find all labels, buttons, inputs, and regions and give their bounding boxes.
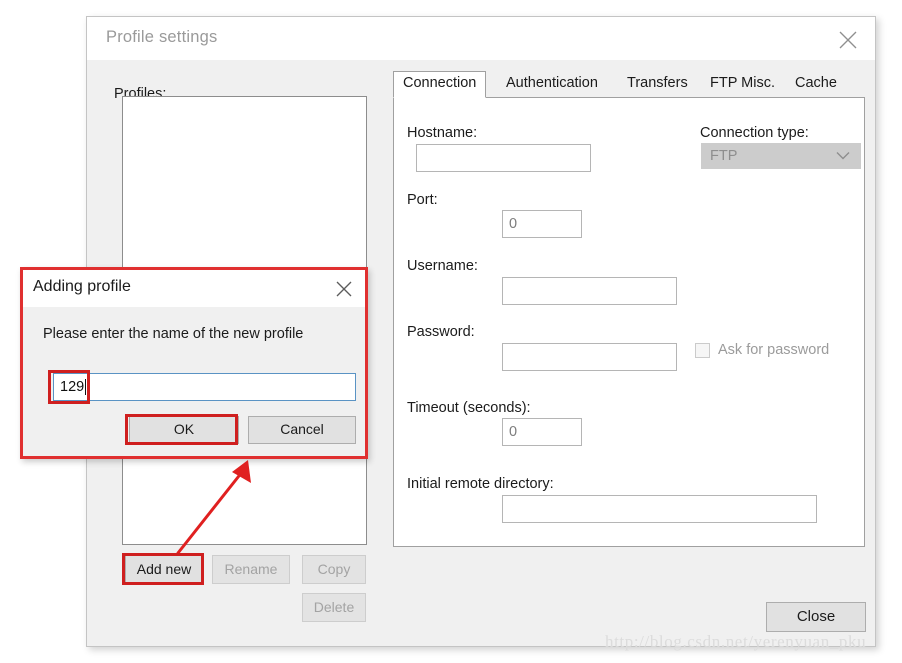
connection-type-value: FTP (710, 148, 738, 164)
page-title: Profile settings (106, 28, 218, 46)
username-input[interactable] (502, 277, 677, 305)
close-icon[interactable] (334, 279, 354, 299)
timeout-input[interactable]: 0 (502, 418, 582, 446)
dialog-titlebar: Adding profile (23, 270, 365, 307)
port-input[interactable]: 0 (502, 210, 582, 238)
ask-for-password-checkbox: Ask for password (695, 342, 829, 358)
tab-transfers[interactable]: Transfers (617, 71, 698, 98)
port-label: Port: (407, 192, 438, 208)
adding-profile-dialog: Adding profile Please enter the name of … (20, 267, 368, 459)
hostname-input[interactable] (416, 144, 591, 172)
close-button[interactable]: Close (766, 602, 866, 632)
timeout-label: Timeout (seconds): (407, 400, 531, 416)
tab-cache[interactable]: Cache (785, 71, 847, 98)
watermark: http://blog.csdn.net/yerenyuan_pku (605, 632, 867, 651)
initial-remote-directory-label: Initial remote directory: (407, 476, 554, 492)
rename-button: Rename (212, 555, 290, 584)
tab-connection[interactable]: Connection (393, 71, 487, 98)
close-icon[interactable] (837, 29, 859, 51)
add-new-button[interactable]: Add new (125, 555, 203, 584)
profile-name-input[interactable]: 129 (53, 373, 356, 401)
checkbox-box-icon (695, 342, 710, 358)
password-input[interactable] (502, 343, 677, 371)
password-label: Password: (407, 324, 475, 340)
profile-name-input-value: 129 (60, 379, 85, 395)
window-titlebar: Profile settings (87, 17, 875, 60)
username-label: Username: (407, 258, 478, 274)
hostname-label: Hostname: (407, 125, 478, 141)
cancel-button[interactable]: Cancel (248, 416, 356, 444)
tab-ftp-misc[interactable]: FTP Misc. (700, 71, 785, 98)
initial-remote-directory-input[interactable] (502, 495, 817, 523)
tabstrip: Connection Authentication Transfers FTP … (393, 71, 865, 98)
tab-authentication[interactable]: Authentication (496, 71, 608, 98)
copy-button: Copy (302, 555, 366, 584)
connection-type-label: Connection type: (700, 125, 809, 141)
dialog-prompt: Please enter the name of the new profile (43, 326, 304, 342)
ok-button[interactable]: OK (129, 416, 239, 444)
ask-for-password-label: Ask for password (718, 342, 830, 358)
delete-button: Delete (302, 593, 366, 622)
text-caret (85, 379, 87, 395)
connection-type-select: FTP (701, 143, 861, 169)
dialog-title: Adding profile (33, 278, 131, 295)
chevron-down-icon (836, 152, 850, 161)
